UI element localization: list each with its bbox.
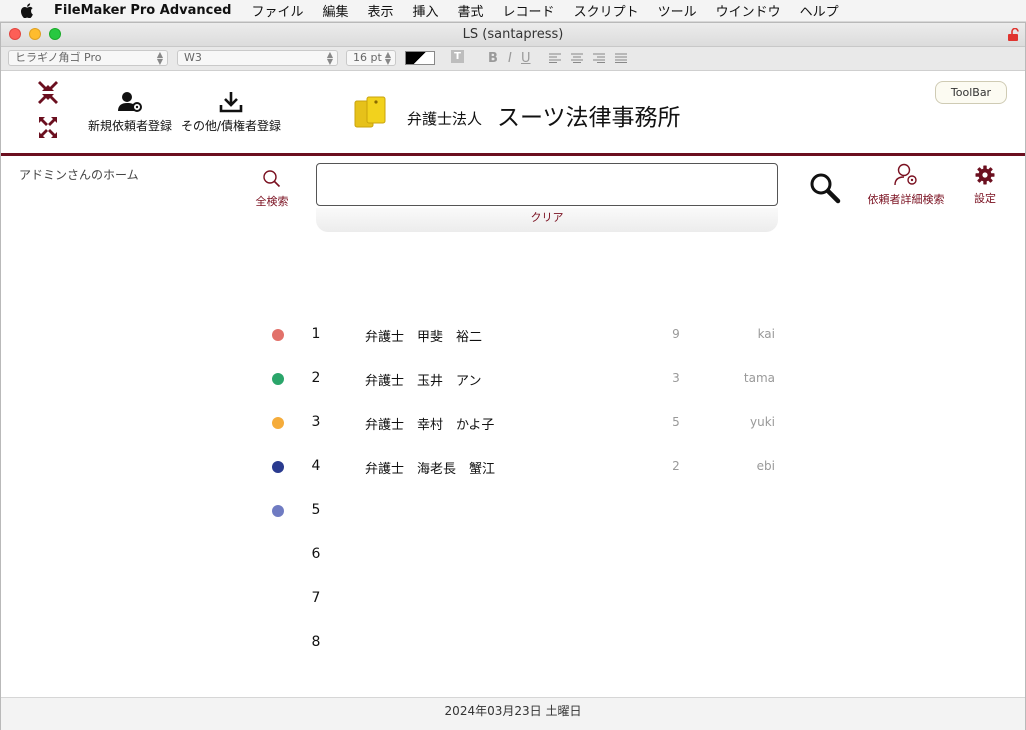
user-id: tama [743, 371, 775, 385]
title-bar[interactable]: LS (santapress) [1, 23, 1025, 47]
align-left-icon[interactable] [549, 53, 561, 63]
font-family-select[interactable]: ヒラギノ角ゴ Pro ▲ ▼ [8, 50, 168, 66]
row-number: 8 [311, 634, 321, 650]
status-dot [272, 373, 284, 385]
bold-icon[interactable]: B [488, 51, 498, 66]
home-label: アドミンさんのホーム [19, 168, 139, 182]
status-dot [272, 461, 284, 473]
font-weight-value: W3 [184, 51, 202, 64]
menu-edit[interactable]: 編集 [322, 1, 348, 20]
lawyer-name: 弁護士 幸村 かよ子 [365, 418, 495, 433]
collapse-expand-icon[interactable] [37, 81, 59, 139]
font-family-value: ヒラギノ角ゴ Pro [15, 51, 102, 64]
firm-name: スーツ法律事務所 [497, 105, 681, 131]
row-number: 5 [311, 502, 321, 518]
menu-records[interactable]: レコード [503, 1, 555, 20]
status-dot [272, 329, 284, 341]
lawyer-row[interactable]: 3 弁護士 幸村 かよ子 5 yuki [1, 412, 1025, 434]
gear-icon [975, 165, 995, 185]
detail-search-label: 依頼者詳細検索 [867, 193, 945, 206]
search-icon[interactable] [809, 172, 841, 204]
user-id: yuki [750, 415, 775, 429]
add-user-icon [118, 92, 142, 112]
case-count: 3 [672, 371, 680, 385]
case-count: 2 [672, 459, 680, 473]
row-number: 4 [311, 458, 321, 474]
align-justify-icon[interactable] [615, 53, 627, 63]
firm-prefix: 弁護士法人 [407, 110, 483, 128]
lawyer-row[interactable]: 4 弁護士 海老長 蟹江 2 ebi [1, 456, 1025, 478]
case-count: 9 [672, 327, 680, 341]
lawyer-row[interactable]: 2 弁護士 玉井 アン 3 tama [1, 368, 1025, 390]
lawyer-row[interactable]: 1 弁護士 甲斐 裕二 9 kai [1, 324, 1025, 346]
search-input[interactable] [316, 163, 778, 206]
stepper-arrows-icon: ▲ ▼ [384, 50, 391, 66]
toolbar-button[interactable]: ToolBar [935, 81, 1007, 104]
header-divider [1, 153, 1025, 156]
lawyer-row[interactable]: 6 [1, 544, 1025, 566]
font-size-value: 16 pt [353, 51, 382, 64]
layout-content: 新規依頼者登録 その他/債権者登録 弁護士法人 スーツ法律事務所 ToolBar… [1, 71, 1025, 730]
lawyer-row[interactable]: 5 [1, 500, 1025, 522]
unlock-icon[interactable] [1007, 28, 1019, 41]
status-dot [272, 417, 284, 429]
lawyer-row[interactable]: 8 [1, 632, 1025, 654]
lawyer-name: 弁護士 甲斐 裕二 [365, 330, 483, 345]
menu-format[interactable]: 書式 [458, 1, 484, 20]
download-icon [219, 92, 243, 113]
layout-header: 新規依頼者登録 その他/債権者登録 弁護士法人 スーツ法律事務所 ToolBar [1, 71, 1025, 156]
stepper-arrows-icon: ▲ ▼ [326, 50, 333, 66]
other-register-button[interactable]: その他/債権者登録 [181, 91, 281, 134]
menu-view[interactable]: 表示 [368, 1, 394, 20]
new-client-label: 新規依頼者登録 [88, 119, 173, 133]
case-count: 5 [672, 415, 680, 429]
menu-help[interactable]: ヘルプ [800, 1, 839, 20]
firm-logo-icon [354, 96, 386, 128]
align-right-icon[interactable] [593, 53, 605, 63]
new-client-button[interactable]: 新規依頼者登録 [88, 91, 172, 134]
settings-button[interactable]: 設定 [967, 165, 1003, 206]
apple-menu-icon[interactable] [20, 3, 34, 18]
menu-window[interactable]: ウインドウ [716, 1, 781, 20]
window-title: LS (santapress) [462, 27, 564, 42]
detail-search-button[interactable]: 依頼者詳細検索 [861, 163, 951, 207]
status-dot [272, 505, 284, 517]
menu-file[interactable]: ファイル [251, 1, 303, 20]
user-id: ebi [756, 459, 775, 473]
row-number: 1 [311, 326, 321, 342]
app-menu[interactable]: FileMaker Pro Advanced [54, 3, 231, 18]
row-number: 7 [311, 590, 321, 606]
search-all-button[interactable]: 全検索 [253, 169, 291, 209]
format-bar: ヒラギノ角ゴ Pro ▲ ▼ W3 ▲ ▼ 16 pt ▲ ▼ T B I U [1, 47, 1025, 71]
app-window: LS (santapress) ヒラギノ角ゴ Pro ▲ ▼ W3 ▲ ▼ 16 p… [0, 22, 1026, 730]
search-icon [263, 170, 281, 188]
lawyer-name: 弁護士 海老長 蟹江 [365, 462, 496, 477]
row-number: 2 [311, 370, 321, 386]
font-weight-select[interactable]: W3 ▲ ▼ [177, 50, 338, 66]
menu-tools[interactable]: ツール [658, 1, 697, 20]
menu-bar: FileMaker Pro Advanced ファイル 編集 表示 挿入 書式 … [0, 0, 1026, 22]
align-center-icon[interactable] [571, 53, 583, 63]
text-color-swatch[interactable] [405, 51, 435, 65]
menu-insert[interactable]: 挿入 [413, 1, 439, 20]
search-all-label: 全検索 [255, 195, 289, 208]
lawyer-name: 弁護士 玉井 アン [365, 374, 482, 389]
user-id: kai [757, 327, 775, 341]
user-search-icon [894, 163, 917, 186]
other-register-label: その他/債権者登録 [181, 119, 282, 133]
font-size-select[interactable]: 16 pt ▲ ▼ [346, 50, 396, 66]
highlight-icon[interactable]: T [451, 50, 464, 63]
clear-button[interactable]: クリア [316, 208, 778, 232]
underline-icon[interactable]: U [521, 51, 531, 66]
lawyer-row[interactable]: 7 [1, 588, 1025, 610]
menu-scripts[interactable]: スクリプト [574, 1, 639, 20]
stepper-arrows-icon: ▲ ▼ [156, 50, 163, 66]
footer-date: 2024年03月23日 土曜日 [1, 697, 1025, 730]
row-number: 6 [311, 546, 321, 562]
row-number: 3 [311, 414, 321, 430]
italic-icon[interactable]: I [508, 51, 512, 66]
settings-label: 設定 [974, 192, 996, 205]
